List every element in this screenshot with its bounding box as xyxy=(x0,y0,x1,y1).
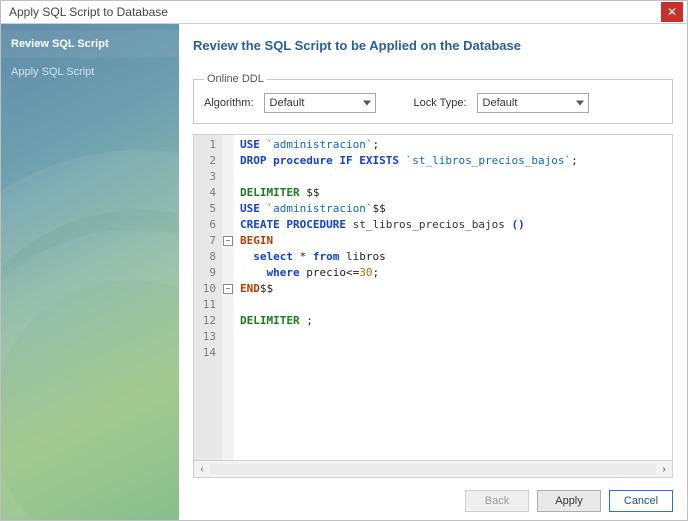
fold-marker xyxy=(222,217,234,233)
back-button: Back xyxy=(465,490,529,512)
line-number: 6 xyxy=(198,217,216,233)
code-line xyxy=(240,169,666,185)
close-icon[interactable]: ✕ xyxy=(661,2,683,22)
wizard-sidebar: Review SQL Script Apply SQL Script xyxy=(1,24,179,520)
scroll-track[interactable] xyxy=(210,464,656,474)
code-line xyxy=(240,329,666,345)
line-gutter: 1234567891011121314 xyxy=(194,135,222,460)
line-number: 13 xyxy=(198,329,216,345)
window-title: Apply SQL Script to Database xyxy=(5,5,661,19)
titlebar: Apply SQL Script to Database ✕ xyxy=(1,1,687,24)
code-line xyxy=(240,345,666,361)
line-number: 1 xyxy=(198,137,216,153)
fold-marker xyxy=(222,313,234,329)
code-line: DELIMITER $$ xyxy=(240,185,666,201)
code-line: DROP procedure IF EXISTS `st_libros_prec… xyxy=(240,153,666,169)
dialog-footer: Back Apply Cancel xyxy=(193,478,673,512)
scroll-left-icon[interactable]: ‹ xyxy=(194,464,210,475)
code-line: USE `administracion`; xyxy=(240,137,666,153)
chevron-down-icon xyxy=(363,101,371,106)
cancel-button[interactable]: Cancel xyxy=(609,490,673,512)
line-number: 10 xyxy=(198,281,216,297)
line-number: 5 xyxy=(198,201,216,217)
horizontal-scrollbar[interactable]: ‹ › xyxy=(193,461,673,478)
code-line xyxy=(240,297,666,313)
locktype-select[interactable]: Default xyxy=(477,93,589,113)
fold-marker xyxy=(222,249,234,265)
line-number: 2 xyxy=(198,153,216,169)
fold-marker xyxy=(222,297,234,313)
online-ddl-legend: Online DDL xyxy=(204,73,267,85)
sidebar-item-label: Apply SQL Script xyxy=(11,66,94,78)
line-number: 8 xyxy=(198,249,216,265)
sql-editor-wrap: 1234567891011121314 −− USE `administraci… xyxy=(193,134,673,478)
fold-marker[interactable]: − xyxy=(222,281,234,297)
algorithm-select[interactable]: Default xyxy=(264,93,376,113)
sidebar-item-review-sql-script[interactable]: Review SQL Script xyxy=(1,30,179,58)
fold-marker xyxy=(222,169,234,185)
dialog-body: Review SQL Script Apply SQL Script Revie… xyxy=(1,24,687,520)
fold-marker[interactable]: − xyxy=(222,233,234,249)
line-number: 12 xyxy=(198,313,216,329)
line-number: 11 xyxy=(198,297,216,313)
line-number: 7 xyxy=(198,233,216,249)
ddl-row: Algorithm: Default Lock Type: Default xyxy=(204,93,662,113)
code-line: END$$ xyxy=(240,281,666,297)
dialog-window: Apply SQL Script to Database ✕ Review SQ… xyxy=(0,0,688,521)
code-line: where precio<=30; xyxy=(240,265,666,281)
line-number: 14 xyxy=(198,345,216,361)
fold-marker xyxy=(222,345,234,361)
fold-marker xyxy=(222,265,234,281)
apply-button[interactable]: Apply xyxy=(537,490,601,512)
code-line: CREATE PROCEDURE st_libros_precios_bajos… xyxy=(240,217,666,233)
sidebar-item-label: Review SQL Script xyxy=(11,38,109,50)
algorithm-label: Algorithm: xyxy=(204,97,254,109)
code-line: BEGIN xyxy=(240,233,666,249)
fold-marker xyxy=(222,201,234,217)
locktype-label: Lock Type: xyxy=(414,97,467,109)
code-line: DELIMITER ; xyxy=(240,313,666,329)
fold-marker xyxy=(222,137,234,153)
line-number: 3 xyxy=(198,169,216,185)
fold-gutter: −− xyxy=(222,135,234,460)
code-area[interactable]: USE `administracion`;DROP procedure IF E… xyxy=(234,135,672,460)
algorithm-value: Default xyxy=(270,97,305,109)
sql-editor[interactable]: 1234567891011121314 −− USE `administraci… xyxy=(193,134,673,461)
fold-marker xyxy=(222,185,234,201)
page-title: Review the SQL Script to be Applied on t… xyxy=(193,38,673,53)
online-ddl-group: Online DDL Algorithm: Default Lock Type:… xyxy=(193,73,673,124)
code-line: USE `administracion`$$ xyxy=(240,201,666,217)
scroll-right-icon[interactable]: › xyxy=(656,464,672,475)
fold-marker xyxy=(222,153,234,169)
code-line: select * from libros xyxy=(240,249,666,265)
line-number: 4 xyxy=(198,185,216,201)
locktype-value: Default xyxy=(483,97,518,109)
sidebar-item-apply-sql-script[interactable]: Apply SQL Script xyxy=(1,58,179,86)
fold-marker xyxy=(222,329,234,345)
chevron-down-icon xyxy=(576,101,584,106)
main-panel: Review the SQL Script to be Applied on t… xyxy=(179,24,687,520)
line-number: 9 xyxy=(198,265,216,281)
